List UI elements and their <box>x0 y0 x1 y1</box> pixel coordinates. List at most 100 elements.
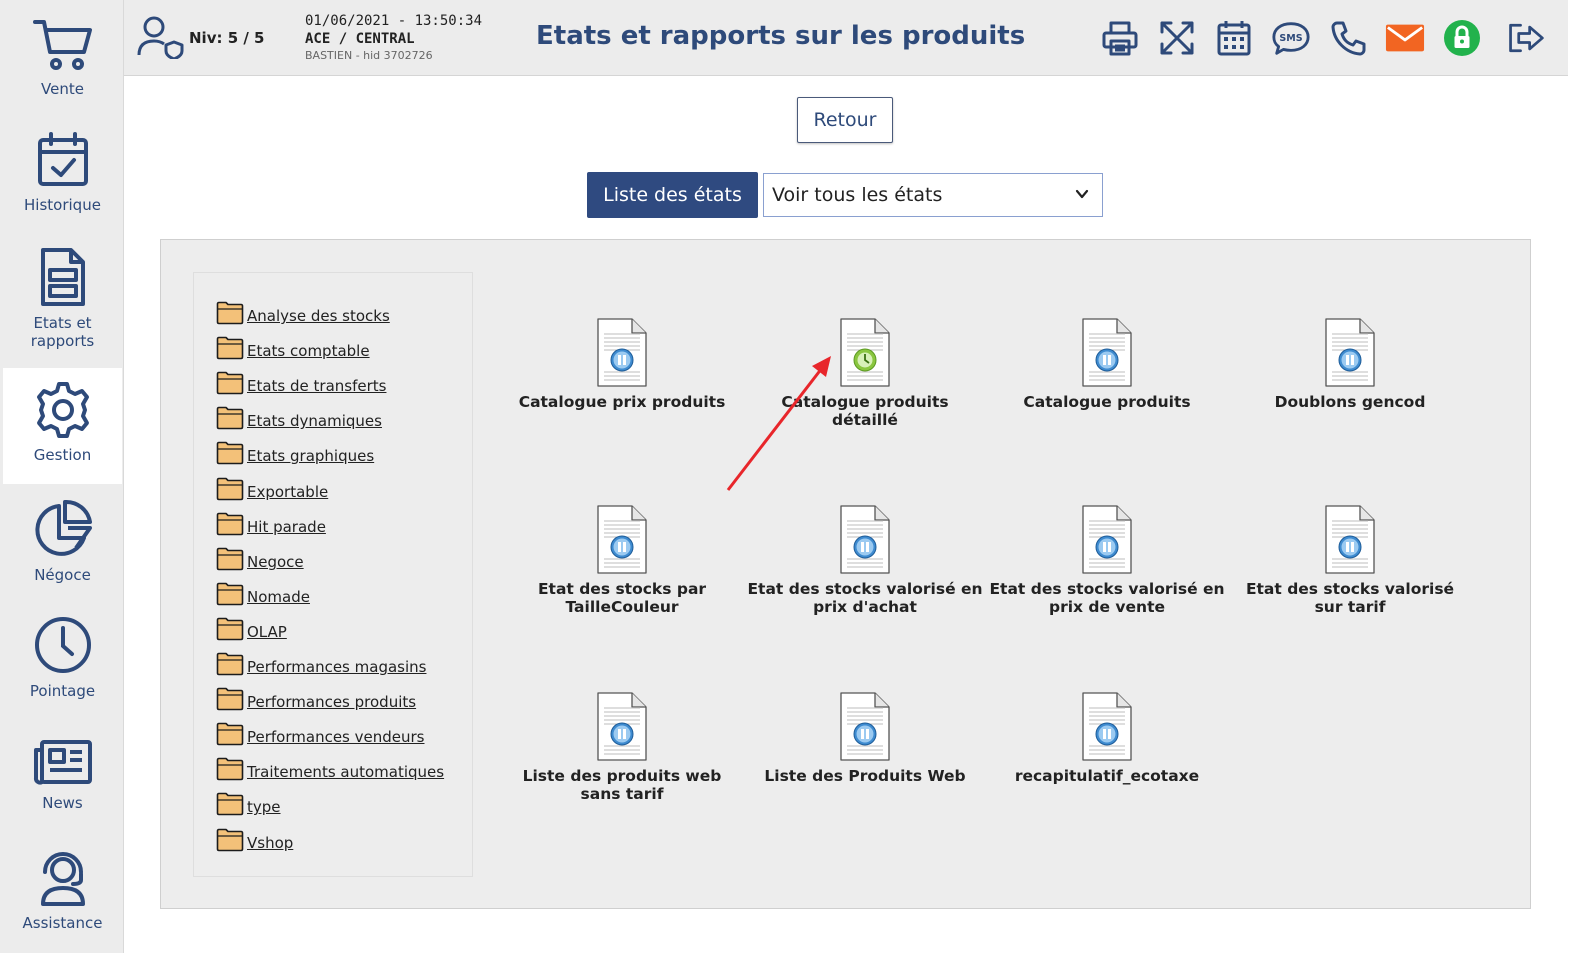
report-item[interactable]: Etat des stocks valorisé en prix de vente <box>987 505 1227 616</box>
folder-item[interactable]: Etats de transferts <box>216 365 386 395</box>
shopping-cart-icon <box>32 20 92 70</box>
select-value: Voir tous les états <box>772 184 943 206</box>
folder-item[interactable]: Hit parade <box>216 506 326 536</box>
phone-icon <box>1331 21 1366 56</box>
sidebar-item-label: Assistance <box>22 914 103 932</box>
report-title-line1: Doublons gencod <box>1274 393 1426 411</box>
folder-icon <box>216 406 244 430</box>
sidebar-item-label: Etats et rapports <box>30 314 95 350</box>
report-title-line1: Etat des stocks valorisé <box>1245 580 1455 598</box>
page-title: Etats et rapports sur les produits <box>536 21 1026 51</box>
sidebar-item-etats-rapports[interactable]: Etats et rapports <box>3 236 122 351</box>
report-pause-icon <box>1082 505 1132 574</box>
sidebar-item-label: Vente <box>41 80 84 98</box>
report-title-line2: détaillé <box>832 411 898 429</box>
report-item[interactable]: recapitulatif_ecotaxe <box>987 692 1227 785</box>
sidebar-item-negoce[interactable]: Négoce <box>3 486 122 601</box>
folder-item[interactable]: Etats graphiques <box>216 435 374 465</box>
folder-icon <box>216 547 244 570</box>
folder-item[interactable]: Exportable <box>216 471 328 501</box>
phone-button[interactable] <box>1328 18 1368 58</box>
folder-item[interactable]: Vshop <box>216 822 293 852</box>
report-item[interactable]: Liste des produits web sans tarif <box>502 692 742 803</box>
session-company: ACE / CENTRAL <box>305 31 415 47</box>
report-item[interactable]: Catalogue prix produits <box>502 318 742 411</box>
calendar-icon <box>1217 21 1251 56</box>
report-title-line1: Etat des stocks valorisé en <box>747 580 983 598</box>
folder-icon <box>216 617 244 641</box>
sms-icon: SMS <box>1272 22 1310 55</box>
sidebar-item-historique[interactable]: Historique <box>3 118 122 233</box>
folder-item[interactable]: Performances produits <box>216 681 416 711</box>
logout-button[interactable] <box>1506 18 1546 58</box>
fullscreen-button[interactable] <box>1157 18 1197 58</box>
folder-icon <box>216 512 244 535</box>
folder-icon <box>216 301 244 325</box>
folder-icon <box>216 371 244 395</box>
list-reports-button[interactable]: Liste des états <box>587 172 758 218</box>
report-pause-icon <box>1325 318 1375 387</box>
folder-icon <box>216 687 244 711</box>
calendar-button[interactable] <box>1214 18 1254 58</box>
report-pause-icon <box>840 692 890 761</box>
user-shield-icon <box>137 16 184 59</box>
report-item[interactable]: Doublons gencod <box>1230 318 1470 411</box>
report-item[interactable]: Etat des stocks valorisé sur tarif <box>1230 505 1470 616</box>
sidebar-item-vente[interactable]: Vente <box>3 0 122 115</box>
folder-item[interactable]: Analyse des stocks <box>216 295 390 325</box>
sms-button[interactable]: SMS <box>1271 18 1311 58</box>
report-title: Catalogue produits détaillé <box>781 393 948 429</box>
mail-icon <box>1385 24 1425 52</box>
report-item[interactable]: Etat des stocks par TailleCouleur <box>502 505 742 616</box>
report-pause-icon <box>1082 692 1132 761</box>
session-datetime: 01/06/2021 - 13:50:34 <box>305 13 483 29</box>
folder-icon <box>216 582 244 606</box>
sidebar-item-news[interactable]: News <box>3 720 122 835</box>
folder-icon <box>216 828 244 851</box>
report-item[interactable]: Catalogue produits <box>987 318 1227 411</box>
sidebar-item-pointage[interactable]: Pointage <box>3 602 122 717</box>
back-button[interactable]: Retour <box>797 97 893 143</box>
report-item[interactable]: Liste des Produits Web <box>745 692 985 785</box>
print-button[interactable] <box>1100 18 1140 58</box>
report-title: recapitulatif_ecotaxe <box>1015 767 1199 785</box>
mail-button[interactable] <box>1385 18 1425 58</box>
folder-item[interactable]: Etats comptable <box>216 330 370 360</box>
folder-label: Analyse des stocks <box>247 307 390 325</box>
folder-label: Etats comptable <box>247 342 370 361</box>
sidebar-item-label: Gestion <box>33 446 92 464</box>
folder-item[interactable]: OLAP <box>216 611 287 641</box>
folder-item[interactable]: Performances magasins <box>216 646 426 676</box>
gear-icon <box>36 382 89 438</box>
folder-item[interactable]: Negoce <box>216 541 304 571</box>
report-pause-icon <box>1082 318 1132 387</box>
folder-icon <box>216 442 244 465</box>
folder-label: Etats dynamiques <box>247 412 382 431</box>
folder-label: Traitements automatiques <box>247 763 445 782</box>
report-title-line1: Etat des stocks par <box>537 580 707 598</box>
report-title-line1: Catalogue produits <box>781 393 949 411</box>
reports-filter-select[interactable]: Voir tous les états <box>763 173 1103 217</box>
report-title: Etat des stocks par TailleCouleur <box>538 580 706 616</box>
report-item[interactable]: Catalogue produits détaillé <box>745 318 985 429</box>
report-pause-icon <box>597 318 647 387</box>
folder-label: Exportable <box>247 482 329 501</box>
folder-item[interactable]: type <box>216 786 281 816</box>
report-pause-icon <box>840 505 890 574</box>
lock-button[interactable] <box>1442 18 1482 58</box>
chevron-down-icon <box>1075 189 1089 199</box>
report-pause-icon <box>597 692 647 761</box>
folder-item[interactable]: Etats dynamiques <box>216 400 382 430</box>
sidebar-item-assistance[interactable]: Assistance <box>3 836 122 951</box>
pie-chart-icon <box>34 499 92 556</box>
folder-icon <box>216 652 244 676</box>
folder-item[interactable]: Performances vendeurs <box>216 716 425 746</box>
folder-label: Negoce <box>247 552 304 571</box>
folder-item[interactable]: Traitements automatiques <box>216 751 444 781</box>
report-title-line1: recapitulatif_ecotaxe <box>1014 767 1200 785</box>
folder-item[interactable]: Nomade <box>216 576 310 606</box>
clock-icon <box>34 617 91 673</box>
folder-label: Etats graphiques <box>247 447 375 466</box>
report-item[interactable]: Etat des stocks valorisé en prix d'achat <box>745 505 985 616</box>
sidebar-item-gestion[interactable]: Gestion <box>3 368 122 484</box>
